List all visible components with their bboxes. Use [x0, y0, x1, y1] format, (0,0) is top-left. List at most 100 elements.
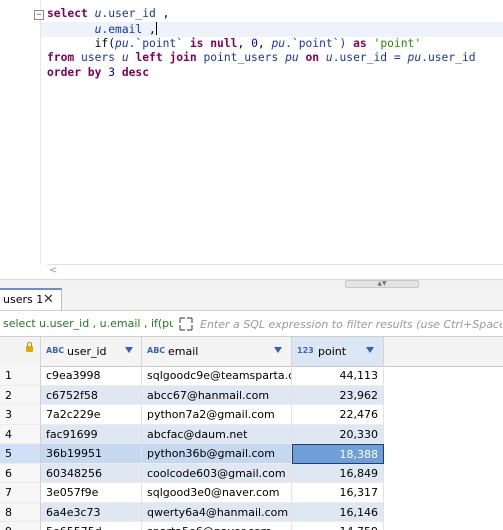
cell-user-id[interactable]: fac91699: [41, 424, 142, 444]
sql-token: ,: [237, 36, 252, 50]
editor-gutter: [0, 0, 41, 264]
row-number[interactable]: 8: [0, 502, 41, 522]
cell-email[interactable]: python7a2@gmail.com: [142, 405, 292, 425]
row-number[interactable]: 7: [0, 483, 41, 503]
scroll-left-icon[interactable]: <: [49, 265, 57, 276]
cell-point[interactable]: 22,476: [292, 405, 384, 425]
sql-token: ,: [162, 7, 170, 20]
grid-header: ABC user_id ABC email 123 point: [0, 337, 503, 367]
sql-token: desc: [121, 66, 150, 80]
fold-toggle-icon[interactable]: −: [34, 10, 44, 20]
cell-point[interactable]: 16,146: [292, 502, 384, 522]
filter-bar: select u.user_id , u.email , if(pu.: [0, 312, 503, 337]
cell-email[interactable]: sparta5e6@naver.com: [142, 522, 292, 530]
sql-code[interactable]: select u.user_id , u.email , if(pu.`poin…: [47, 7, 476, 81]
row-number[interactable]: 2: [0, 385, 41, 405]
cell-user-id[interactable]: c6752f58: [41, 385, 142, 405]
sql-line[interactable]: from users u left join point_users pu on…: [47, 51, 476, 66]
table-row[interactable]: 4 fac91699 abcfac@daum.net 20,330: [0, 424, 503, 444]
cell-email[interactable]: abcfac@daum.net: [142, 424, 292, 444]
results-tabbar: users 1 ✕: [0, 288, 503, 311]
cell-user-id[interactable]: 7a2c229e: [41, 405, 142, 425]
cell-email[interactable]: sqlgood3e0@naver.com: [142, 483, 292, 503]
sql-line[interactable]: order by 3 desc: [47, 66, 476, 81]
table-row[interactable]: 1 c9ea3998 sqlgoodc9e@teamsparta.co 44,113: [0, 366, 503, 386]
sql-token: pu: [407, 51, 422, 65]
results-grid[interactable]: ABC user_id ABC email 123 point 1 c9ea399…: [0, 337, 503, 530]
row-number[interactable]: 1: [0, 366, 41, 386]
row-number[interactable]: 6: [0, 463, 41, 483]
sql-token: .user_id: [101, 7, 163, 20]
cell-user-id[interactable]: 60348256: [41, 463, 142, 483]
sql-line[interactable]: select u.user_id ,: [47, 7, 476, 22]
sql-token: pu: [271, 36, 286, 50]
sql-token: ,: [149, 22, 156, 36]
sql-line[interactable]: if(pu.`point` is null, 0, pu.`point`) as…: [47, 37, 476, 52]
sql-token: from: [47, 51, 82, 65]
cell-user-id[interactable]: 5e65575d: [41, 522, 142, 530]
sort-arrow-icon[interactable]: [366, 347, 374, 353]
sql-token: select: [47, 7, 95, 20]
number-type-icon: 123: [297, 346, 314, 355]
filter-input[interactable]: [200, 314, 502, 334]
table-row[interactable]: 7 3e057f9e sqlgood3e0@naver.com 16,317: [0, 483, 503, 503]
cell-email[interactable]: coolcode603@gmail.com: [142, 463, 292, 483]
text-caret: [155, 21, 157, 35]
cell-point[interactable]: 20,330: [292, 424, 384, 444]
cell-point[interactable]: 16,849: [292, 463, 384, 483]
text-type-icon: ABC: [46, 346, 65, 355]
row-number-header: [0, 337, 41, 366]
table-row[interactable]: 95e65575dsparta5e6@naver.com14,759: [0, 522, 503, 530]
cell-email[interactable]: sqlgoodc9e@teamsparta.co: [142, 366, 292, 386]
sql-token: if(: [47, 36, 116, 50]
close-icon[interactable]: ✕: [43, 292, 54, 307]
cell-point[interactable]: 44,113: [292, 366, 384, 386]
cell-point[interactable]: 23,962: [292, 385, 384, 405]
column-label: email: [168, 345, 199, 358]
cell-point[interactable]: 14,759: [292, 522, 384, 530]
sql-token: as: [353, 36, 374, 50]
sql-token: ,: [257, 36, 272, 50]
sql-token: .`point`: [128, 36, 190, 50]
editor-horizontal-scrollbar[interactable]: <: [47, 264, 503, 279]
sql-editor[interactable]: − select u.user_id , u.email , if(pu.`po…: [0, 0, 503, 264]
text-type-icon: ABC: [147, 346, 166, 355]
table-row[interactable]: 3 7a2c229e python7a2@gmail.com 22,476: [0, 405, 503, 425]
table-row[interactable]: 2 c6752f58 abcc67@hanmail.com 23,962: [0, 385, 503, 405]
sql-token: 3: [108, 66, 122, 80]
row-number[interactable]: 4: [0, 424, 41, 444]
sql-token: .`point`): [285, 36, 354, 50]
column-header-user-id[interactable]: ABC user_id: [41, 337, 142, 366]
row-number[interactable]: 3: [0, 405, 41, 425]
column-header-point[interactable]: 123 point: [292, 337, 384, 366]
row-number[interactable]: 9: [0, 522, 41, 530]
sql-token: u: [325, 51, 333, 65]
cell-email[interactable]: python36b@gmail.com: [142, 444, 292, 464]
column-header-email[interactable]: ABC email: [142, 337, 292, 366]
cell-point[interactable]: 16,317: [292, 483, 384, 503]
cell-user-id[interactable]: 6a4e3c73: [41, 502, 142, 522]
sql-token: order by: [47, 66, 109, 80]
sort-arrow-icon[interactable]: [125, 347, 133, 353]
cell-user-id[interactable]: c9ea3998: [41, 366, 142, 386]
cell-email[interactable]: qwerty6a4@hanmail.com: [142, 502, 292, 522]
column-label: point: [318, 345, 347, 358]
cell-user-id[interactable]: 3e057f9e: [41, 483, 142, 503]
sql-line[interactable]: u.email ,: [47, 21, 476, 37]
row-number[interactable]: 5: [0, 444, 41, 464]
cell-point[interactable]: 18,388: [292, 444, 384, 464]
splitter-handle-icon[interactable]: ▲▼: [345, 280, 419, 288]
sql-token: on: [305, 51, 326, 65]
cell-user-id[interactable]: 36b19951: [41, 444, 142, 464]
sql-token: pu: [115, 36, 129, 50]
sort-arrow-icon[interactable]: [274, 347, 282, 353]
cell-email[interactable]: abcc67@hanmail.com: [142, 385, 292, 405]
expand-filter-icon[interactable]: [177, 315, 195, 333]
query-text: select u.user_id , u.email , if(pu.: [3, 317, 173, 330]
table-row[interactable]: 5 36b19951 python36b@gmail.com 18,388: [0, 444, 503, 464]
tab-users-1[interactable]: users 1 ✕: [0, 288, 62, 310]
table-row[interactable]: 6 60348256 coolcode603@gmail.com 16,849: [0, 463, 503, 483]
table-row[interactable]: 8 6a4e3c73 qwerty6a4@hanmail.com 16,146: [0, 502, 503, 522]
sql-token: point_users: [203, 51, 286, 65]
